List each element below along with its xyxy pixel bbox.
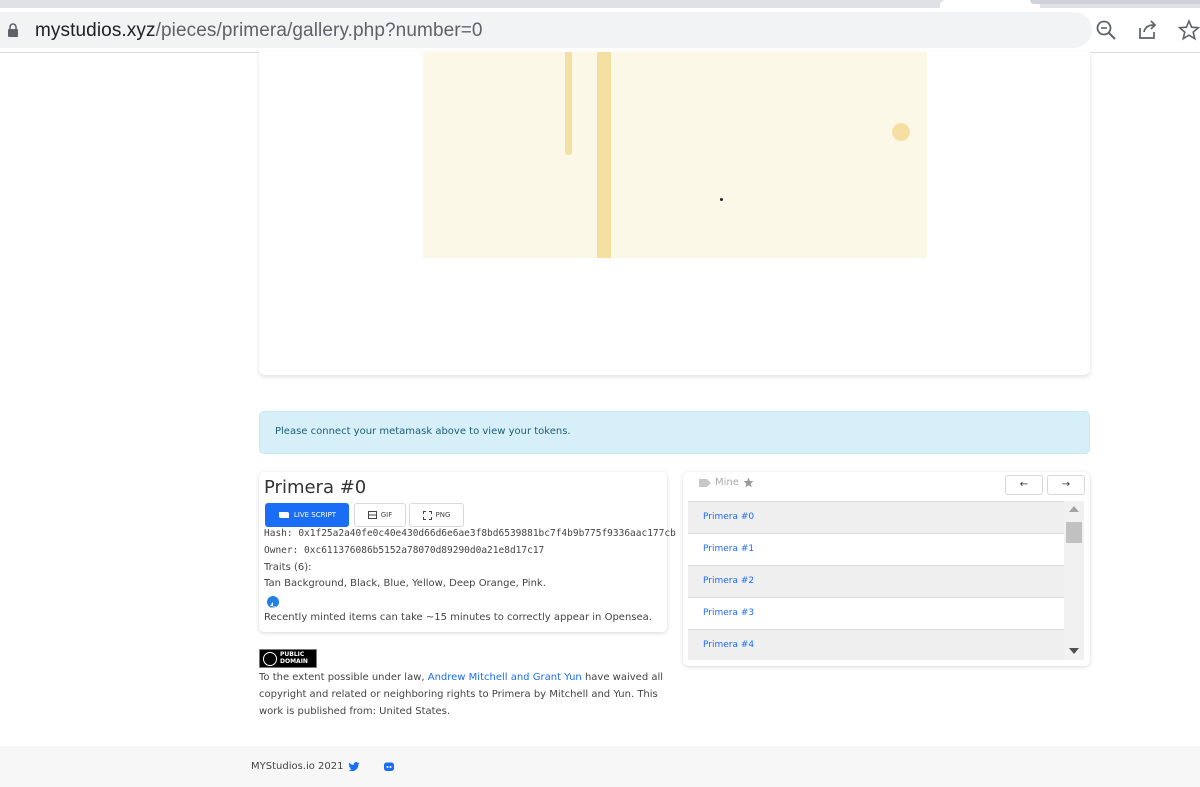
authors-link[interactable]: Andrew Mitchell and Grant Yun <box>428 672 582 683</box>
browser-toolbar: mystudios.xyz/pieces/primera/gallery.php… <box>0 8 1200 53</box>
license-text: To the extent possible under law, Andrew… <box>259 669 669 720</box>
inactive-tab[interactable] <box>1030 0 1200 4</box>
url-text[interactable]: mystudios.xyz/pieces/primera/gallery.php… <box>35 20 483 42</box>
opensea-icon[interactable] <box>267 596 279 608</box>
gif-button[interactable]: GIF <box>354 503 406 527</box>
piece-title: Primera #0 <box>264 477 367 498</box>
gif-label: GIF <box>380 511 393 519</box>
mine-filter[interactable]: Mine <box>699 477 754 488</box>
public-domain-icon <box>263 652 277 666</box>
traits-list: Tan Background, Black, Blue, Yellow, Dee… <box>264 578 546 589</box>
scroll-up-arrow[interactable] <box>1069 506 1079 512</box>
list-item[interactable]: Primera #2 <box>688 566 1064 598</box>
twitter-icon[interactable] <box>348 761 360 773</box>
artwork-circle <box>892 123 910 141</box>
star-icon[interactable] <box>1178 19 1200 41</box>
next-button[interactable]: → <box>1047 475 1085 495</box>
share-icon[interactable] <box>1137 19 1159 41</box>
png-button[interactable]: PNG <box>409 503 464 527</box>
opensea-note: Recently minted items can take ~15 minut… <box>264 612 652 623</box>
tag-icon <box>699 478 711 487</box>
live-script-button[interactable]: LIVE SCRIPT <box>265 503 349 527</box>
artwork-stripe-short <box>565 52 572 155</box>
lock-icon[interactable] <box>7 23 19 37</box>
scroll-icon <box>278 512 289 518</box>
expand-icon <box>422 510 432 520</box>
page-footer: MYStudios.io 2021 <box>0 746 1200 787</box>
live-script-label: LIVE SCRIPT <box>293 511 337 519</box>
scroll-down-arrow[interactable] <box>1069 648 1079 654</box>
piece-list[interactable]: Primera #0 Primera #1 Primera #2 Primera… <box>688 501 1064 660</box>
traits-header: Traits (6): <box>264 562 312 573</box>
list-item[interactable]: Primera #1 <box>688 534 1064 566</box>
tab-strip <box>0 0 1200 8</box>
list-scrollbar[interactable] <box>1064 501 1084 660</box>
image-icon <box>367 511 377 519</box>
badge-line-2: DOMAIN <box>280 657 308 665</box>
star-icon[interactable] <box>743 477 754 488</box>
address-bar[interactable]: mystudios.xyz/pieces/primera/gallery.php… <box>0 12 1092 48</box>
alert-text: Please connect your metamask above to vi… <box>275 426 571 437</box>
license-text-before: To the extent possible under law, <box>259 672 428 683</box>
hash-text: Hash: 0x1f25a2a40fe0c40e430d66d6e6ae3f8b… <box>264 528 676 539</box>
artwork-canvas[interactable] <box>423 52 927 258</box>
piece-info-card: Primera #0 LIVE SCRIPT GIF PNG Hash: 0x1… <box>259 472 676 632</box>
mine-label: Mine <box>715 477 739 488</box>
list-item[interactable]: Primera #0 <box>688 502 1064 534</box>
owner-text: Owner: 0xc611376086b5152a78070d89290d0a2… <box>264 545 545 556</box>
url-path: /pieces/primera/gallery.php?number=0 <box>155 20 483 41</box>
png-label: PNG <box>435 511 451 519</box>
discord-icon[interactable] <box>383 761 395 773</box>
scroll-thumb[interactable] <box>1066 522 1082 543</box>
zoom-icon[interactable] <box>1095 19 1117 41</box>
url-domain: mystudios.xyz <box>35 20 156 41</box>
list-item[interactable]: Primera #4 <box>688 630 1064 660</box>
footer-copyright: MYStudios.io 2021 <box>251 761 344 772</box>
gallery-list-card: Mine ← → Primera #0 Primera #1 Primera #… <box>683 472 1090 666</box>
active-tab[interactable] <box>940 0 1040 8</box>
public-domain-badge[interactable]: PUBLIC DOMAIN <box>259 649 317 668</box>
artwork-dot <box>720 198 723 201</box>
badge-text: PUBLIC DOMAIN <box>280 651 308 665</box>
prev-button[interactable]: ← <box>1005 475 1043 495</box>
artwork-stripe-long <box>597 52 611 258</box>
list-item[interactable]: Primera #3 <box>688 598 1064 630</box>
metamask-alert: Please connect your metamask above to vi… <box>259 411 1090 454</box>
